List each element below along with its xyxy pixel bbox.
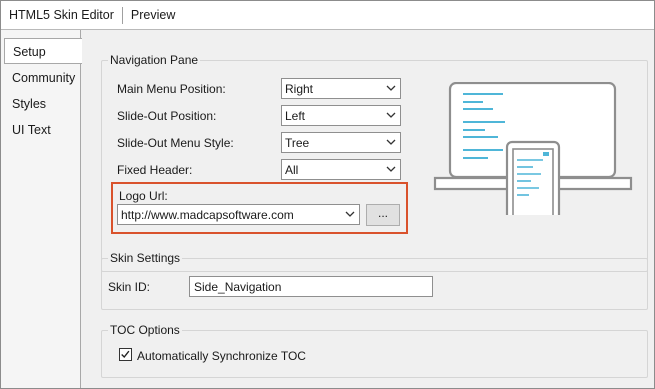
chevron-down-icon — [345, 211, 355, 217]
fixed-header-dropdown[interactable]: All — [281, 159, 401, 180]
tab-preview[interactable]: Preview — [123, 7, 183, 24]
tab-skin-editor[interactable]: HTML5 Skin Editor — [1, 7, 122, 24]
slide-out-position-value: Left — [285, 109, 306, 123]
chevron-down-icon — [386, 85, 396, 91]
checkmark-icon — [121, 350, 130, 359]
slide-out-menu-style-dropdown[interactable]: Tree — [281, 132, 401, 153]
skin-id-value: Side_Navigation — [194, 280, 282, 294]
slide-out-menu-style-label: Slide-Out Menu Style: — [117, 136, 234, 150]
sidebar-item-styles[interactable]: Styles — [12, 97, 46, 111]
chevron-down-icon — [386, 112, 396, 118]
navigation-pane-legend: Navigation Pane — [108, 53, 201, 67]
fixed-header-value: All — [285, 163, 299, 177]
title-bar: HTML5 Skin Editor Preview — [1, 1, 654, 30]
chevron-down-icon — [386, 166, 396, 172]
logo-url-label: Logo Url: — [119, 189, 168, 203]
auto-sync-toc-label[interactable]: Automatically Synchronize TOC — [137, 349, 306, 363]
sidebar-item-setup[interactable]: Setup — [4, 38, 82, 64]
skin-id-label: Skin ID: — [108, 280, 151, 294]
responsive-layout-illustration — [433, 82, 633, 215]
main-menu-position-value: Right — [285, 82, 314, 96]
fixed-header-label: Fixed Header: — [117, 163, 193, 177]
main-menu-position-dropdown[interactable]: Right — [281, 78, 401, 99]
skin-id-input[interactable]: Side_Navigation — [189, 276, 433, 297]
sidebar: Setup Community Styles UI Text — [1, 30, 82, 388]
logo-url-value: http://www.madcapsoftware.com — [121, 208, 294, 222]
toc-options-legend: TOC Options — [108, 323, 182, 337]
slide-out-menu-style-value: Tree — [285, 136, 310, 150]
phone-icon — [505, 140, 561, 215]
skin-editor-window: HTML5 Skin Editor Preview Setup Communit… — [0, 0, 655, 389]
skin-settings-legend: Skin Settings — [108, 251, 183, 265]
slide-out-position-label: Slide-Out Position: — [117, 109, 217, 123]
setup-panel: Navigation Pane Main Menu Position: Righ… — [82, 30, 654, 388]
slide-out-position-dropdown[interactable]: Left — [281, 105, 401, 126]
sidebar-item-community[interactable]: Community — [12, 71, 75, 85]
chevron-down-icon — [386, 139, 396, 145]
main-menu-position-label: Main Menu Position: — [117, 82, 226, 96]
auto-sync-toc-checkbox[interactable] — [119, 348, 132, 361]
sidebar-item-ui-text[interactable]: UI Text — [12, 123, 51, 137]
logo-url-combo[interactable]: http://www.madcapsoftware.com — [117, 204, 360, 225]
browse-logo-button[interactable]: ... — [366, 204, 400, 226]
